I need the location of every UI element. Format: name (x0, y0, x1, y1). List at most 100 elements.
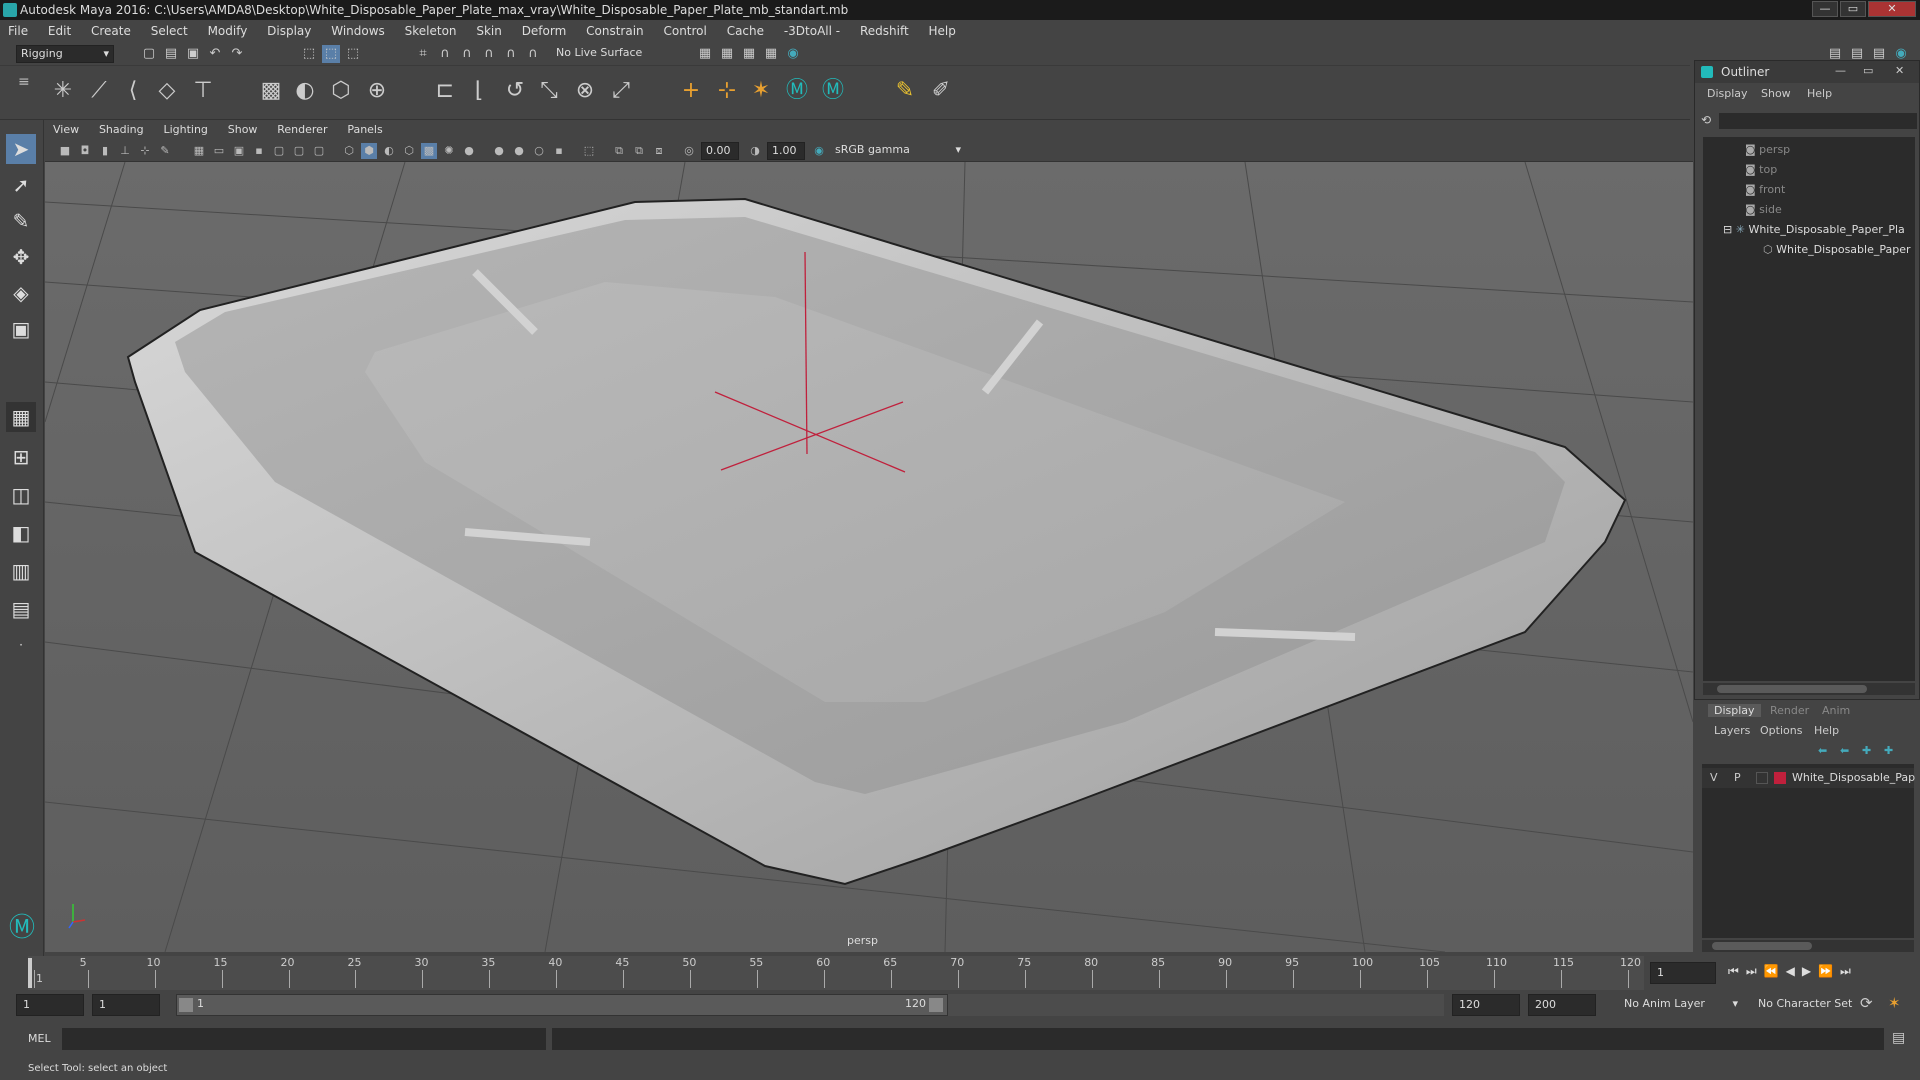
menu-redshift[interactable]: Redshift (852, 20, 917, 42)
motion-blur-icon[interactable]: ● (511, 143, 527, 159)
render-view-icon[interactable]: ▦ (762, 45, 780, 63)
gamma-field[interactable]: 1.00 (767, 142, 805, 160)
current-frame-field[interactable]: 1 (1650, 962, 1716, 984)
pole-vector-icon[interactable]: ⤢ (606, 76, 636, 106)
use-default-material-icon[interactable]: ◐ (381, 143, 397, 159)
paint-skin-icon[interactable]: ✐ (926, 76, 956, 106)
step-forward-icon[interactable]: ⏩ (1818, 964, 1840, 978)
exposure-icon[interactable]: ◎ (681, 143, 697, 159)
menu-control[interactable]: Control (655, 20, 714, 42)
film-gate-icon[interactable]: ▭ (211, 143, 227, 159)
outliner-close-button[interactable]: ✕ (1895, 64, 1904, 77)
joint-tool-icon[interactable]: ✳ (48, 76, 78, 106)
gamma-icon[interactable]: ◑ (747, 143, 763, 159)
menu-edit[interactable]: Edit (40, 20, 79, 42)
character-icon[interactable]: Ⓜ (818, 76, 848, 106)
camera-attr-icon[interactable]: ◘ (77, 143, 93, 159)
new-scene-icon[interactable]: ▢ (140, 45, 158, 63)
open-scene-icon[interactable]: ▤ (162, 45, 180, 63)
step-back-key-icon[interactable]: ⏭ (1746, 964, 1764, 978)
select-hierarchy-icon[interactable]: ⬚ (300, 45, 318, 63)
viewport-menu-view[interactable]: View (45, 120, 87, 140)
live-surface-field[interactable]: No Live Surface (552, 45, 660, 63)
auto-key-icon[interactable]: ⟳ (1860, 994, 1873, 1012)
screen-space-ao-icon[interactable]: ● (491, 143, 507, 159)
create-locator-icon[interactable]: ⊹ (712, 76, 742, 106)
menuset-dropdown[interactable]: Rigging ▾ (16, 45, 114, 63)
pivot-icon[interactable]: ✶ (746, 76, 776, 106)
snap-curve-icon[interactable]: ∩ (436, 45, 454, 63)
select-tool-icon[interactable]: ➤ (6, 134, 36, 164)
menu-display[interactable]: Display (259, 20, 319, 42)
layer-row[interactable]: V P White_Disposable_Pap (1702, 768, 1915, 788)
render-icon[interactable]: ▦ (718, 45, 736, 63)
snap-surface-icon[interactable]: ∩ (502, 45, 520, 63)
select-object-icon[interactable]: ⬚ (322, 45, 340, 63)
scale-tool-icon[interactable]: ▣ (6, 314, 36, 344)
viewport-menu-shading[interactable]: Shading (91, 120, 152, 140)
scale-constraint-icon[interactable]: ⤡ (534, 76, 564, 106)
tab-render[interactable]: Render (1770, 704, 1809, 717)
command-language-label[interactable]: MEL (28, 1032, 51, 1045)
animation-start-field[interactable]: 1 (16, 994, 84, 1016)
outliner-item-side[interactable]: ◙ side (1745, 203, 1782, 216)
viewport-menu-panels[interactable]: Panels (339, 120, 390, 140)
layer-color-swatch[interactable] (1774, 772, 1786, 784)
step-back-icon[interactable]: ⏪ (1764, 964, 1786, 978)
grease-pencil-icon[interactable]: ✎ (157, 143, 173, 159)
outliner-item-group[interactable]: ⊟ ✳ White_Disposable_Paper_Pla (1723, 223, 1905, 236)
2d-pan-zoom-icon[interactable]: ⊹ (137, 143, 153, 159)
menu-skin[interactable]: Skin (468, 20, 510, 42)
menu-constrain[interactable]: Constrain (578, 20, 652, 42)
current-time-marker[interactable] (28, 958, 32, 988)
bind-skin-icon[interactable]: ▩ (256, 76, 286, 106)
layer-move-up-icon[interactable]: ⬅ (1818, 744, 1827, 757)
render-settings-icon[interactable]: ▦ (696, 45, 714, 63)
move-tool-icon[interactable]: ✥ (6, 242, 36, 272)
snap-point-icon[interactable]: ∩ (458, 45, 476, 63)
paint-weights-icon[interactable]: ◐ (290, 76, 320, 106)
range-end-handle[interactable] (929, 998, 943, 1012)
snap-view-icon[interactable]: ∩ (480, 45, 498, 63)
range-start-handle[interactable] (179, 998, 193, 1012)
layer-scrollbar[interactable] (1702, 940, 1914, 952)
maximize-button[interactable]: ▭ (1840, 1, 1866, 17)
layer-menu-options[interactable]: Options (1760, 724, 1802, 737)
menu-3dtoall[interactable]: -3DtoAll - (776, 20, 848, 42)
color-management-icon[interactable]: ◉ (811, 143, 827, 159)
menu-select[interactable]: Select (143, 20, 196, 42)
use-all-lights-icon[interactable]: ✺ (441, 143, 457, 159)
lasso-tool-icon[interactable]: ➚ (6, 170, 36, 200)
tab-anim[interactable]: Anim (1822, 704, 1850, 717)
menu-skeleton[interactable]: Skeleton (397, 20, 465, 42)
menu-help[interactable]: Help (921, 20, 964, 42)
save-scene-icon[interactable]: ▣ (184, 45, 202, 63)
outliner-menu-help[interactable]: Help (1807, 87, 1832, 100)
animation-end-field[interactable]: 200 (1528, 994, 1596, 1016)
two-view-icon[interactable]: ◫ (6, 480, 36, 510)
isolate-select-icon[interactable]: ⬚ (581, 143, 597, 159)
xray-components-icon[interactable]: ⧈ (651, 143, 667, 159)
rotate-tool-icon[interactable]: ◈ (6, 278, 36, 308)
point-constraint-icon[interactable]: ⌊ (464, 76, 494, 106)
select-component-icon[interactable]: ⬚ (344, 45, 362, 63)
paint-select-tool-icon[interactable]: ✎ (6, 206, 36, 236)
redo-icon[interactable]: ↷ (228, 45, 246, 63)
camera-icon[interactable]: ■ (57, 143, 73, 159)
playback-end-field[interactable]: 120 (1452, 994, 1520, 1016)
outliner-scroll-thumb[interactable] (1717, 685, 1867, 693)
layer-move-down-icon[interactable]: ⬅ (1840, 744, 1849, 757)
layer-name[interactable]: White_Disposable_Pap (1792, 768, 1915, 788)
time-slider-track[interactable]: 1 5 10 15 20 25 30 35 40 45 50 55 60 65 70 75 80 85 90 95 10… (28, 956, 1644, 990)
tab-display[interactable]: Display (1708, 704, 1761, 717)
parent-constraint-icon[interactable]: ⊏ (430, 76, 460, 106)
xray-joints-icon[interactable]: ⧉ (631, 143, 647, 159)
field-chart-icon[interactable]: ▢ (271, 143, 287, 159)
skin-weights-icon[interactable]: ✎ (890, 76, 920, 106)
single-view-icon[interactable]: ▦ (6, 402, 36, 432)
ik-spline-icon[interactable]: ⟨ (118, 76, 148, 106)
textured-icon[interactable]: ▩ (421, 143, 437, 159)
gate-mask-icon[interactable]: ▪ (251, 143, 267, 159)
orient-constraint-icon[interactable]: ↺ (500, 76, 530, 106)
shelf-menu-icon[interactable]: ≡ (18, 74, 30, 90)
